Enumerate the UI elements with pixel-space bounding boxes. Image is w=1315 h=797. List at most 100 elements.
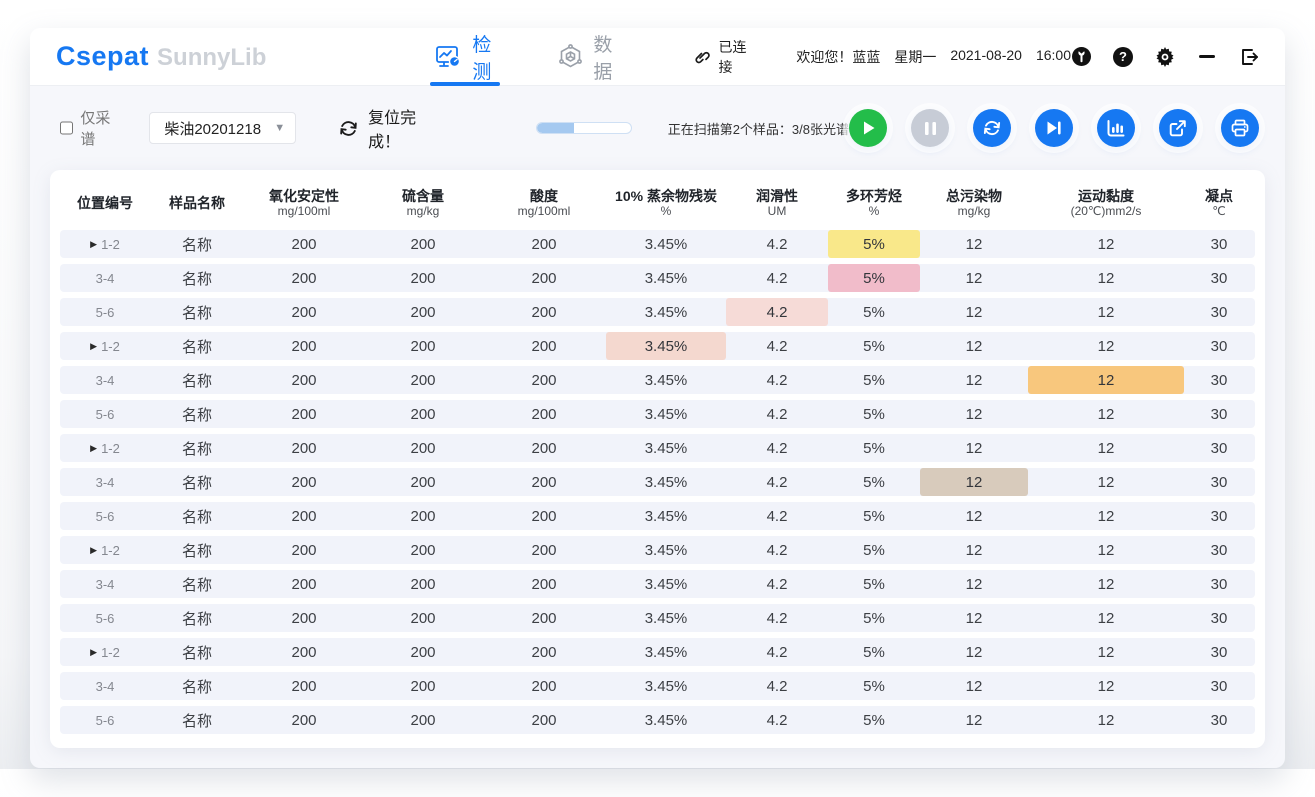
position-cell[interactable]: ▶1-2	[60, 332, 150, 360]
cell-col8: 12	[920, 434, 1028, 462]
cell-col8: 12	[920, 570, 1028, 598]
sample-select[interactable]: 柴油20201218 ▼	[149, 112, 296, 144]
cell-col3: 200	[364, 400, 482, 428]
cell-col6: 4.2	[726, 604, 828, 632]
cell-col10: 30	[1184, 536, 1254, 564]
cell-col7: 5%	[828, 230, 920, 258]
cell-col8: 12	[920, 468, 1028, 496]
cell-col7: 5%	[828, 468, 920, 496]
position-cell: 5-6	[60, 298, 150, 326]
cell-col10: 30	[1184, 230, 1254, 258]
column-header-10: 凝点℃	[1184, 188, 1254, 219]
cell-col10: 30	[1184, 502, 1254, 530]
cell-col10: 30	[1184, 366, 1254, 394]
column-header-6: 润滑性UM	[726, 188, 828, 219]
cell-col4: 200	[482, 366, 606, 394]
maintenance-wrench-icon[interactable]	[1071, 47, 1091, 67]
table-row-12[interactable]: ▶1-2名称2002002003.45%4.25%121230	[60, 638, 1255, 666]
spectra-only-checkbox-group[interactable]: 仅采谱	[60, 107, 123, 149]
cell-col1: 名称	[150, 298, 244, 326]
cell-col9: 12	[1028, 570, 1184, 598]
cell-col3: 200	[364, 264, 482, 292]
cell-col4: 200	[482, 298, 606, 326]
reset-status[interactable]: 复位完成！	[338, 104, 444, 152]
main-nav: 检测 数据	[436, 28, 615, 86]
print-button[interactable]	[1221, 109, 1259, 147]
cell-col2: 200	[244, 502, 364, 530]
cell-col5: 3.45%	[606, 536, 726, 564]
cell-col6: 4.2	[726, 298, 828, 326]
expand-arrow-icon[interactable]: ▶	[90, 647, 97, 658]
logout-icon[interactable]	[1239, 47, 1259, 67]
cell-col8: 12	[920, 332, 1028, 360]
cell-col8: 12	[920, 298, 1028, 326]
scan-progress-fill	[537, 123, 575, 133]
position-cell[interactable]: ▶1-2	[60, 434, 150, 462]
help-icon[interactable]: ?	[1113, 47, 1133, 67]
cell-col8: 12	[920, 706, 1028, 734]
cell-col3: 200	[364, 230, 482, 258]
column-header-5: 10% 蒸余物残炭%	[606, 188, 726, 219]
cell-col5: 3.45%	[606, 672, 726, 700]
table-row-4[interactable]: 3-4名称2002002003.45%4.25%121230	[60, 366, 1255, 394]
table-row-2[interactable]: 5-6名称2002002003.45%4.25%121230	[60, 298, 1255, 326]
cell-col1: 名称	[150, 230, 244, 258]
cell-col3: 200	[364, 672, 482, 700]
cell-col6: 4.2	[726, 672, 828, 700]
bar-chart-button[interactable]	[1097, 109, 1135, 147]
tab-data[interactable]: 数据	[558, 28, 615, 86]
tab-detection-label: 检测	[472, 30, 494, 84]
results-table-card: 位置编号样品名称氧化安定性mg/100ml硫含量mg/kg酸度mg/100ml1…	[50, 170, 1265, 748]
expand-arrow-icon[interactable]: ▶	[90, 239, 97, 250]
cell-col5: 3.45%	[606, 434, 726, 462]
position-cell[interactable]: ▶1-2	[60, 638, 150, 666]
expand-arrow-icon[interactable]: ▶	[90, 545, 97, 556]
table-row-11[interactable]: 5-6名称2002002003.45%4.25%121230	[60, 604, 1255, 632]
table-row-7[interactable]: 3-4名称2002002003.45%4.25%121230	[60, 468, 1255, 496]
cell-col6: 4.2	[726, 502, 828, 530]
column-header-8: 总污染物mg/kg	[920, 188, 1028, 219]
export-button[interactable]	[1159, 109, 1197, 147]
table-row-6[interactable]: ▶1-2名称2002002003.45%4.25%121230	[60, 434, 1255, 462]
cell-col9: 12	[1028, 400, 1184, 428]
cell-col1: 名称	[150, 366, 244, 394]
skip-next-button[interactable]	[1035, 109, 1073, 147]
cell-col8: 12	[920, 230, 1028, 258]
pause-button[interactable]	[911, 109, 949, 147]
weekday-text: 星期一	[894, 47, 936, 67]
time-text: 16:00	[1036, 47, 1071, 67]
refresh-button[interactable]	[973, 109, 1011, 147]
cell-col2: 200	[244, 638, 364, 666]
cell-col10: 30	[1184, 264, 1254, 292]
expand-arrow-icon[interactable]: ▶	[90, 443, 97, 454]
start-button[interactable]	[849, 109, 887, 147]
table-row-14[interactable]: 5-6名称2002002003.45%4.25%121230	[60, 706, 1255, 734]
table-row-0[interactable]: ▶1-2名称2002002003.45%4.25%121230	[60, 230, 1255, 258]
cell-col7: 5%	[828, 604, 920, 632]
settings-gear-icon[interactable]	[1155, 47, 1175, 67]
spectra-only-checkbox[interactable]	[60, 121, 73, 135]
tab-detection[interactable]: 检测	[436, 28, 494, 86]
expand-arrow-icon[interactable]: ▶	[90, 341, 97, 352]
cube-icon	[558, 44, 583, 69]
table-row-8[interactable]: 5-6名称2002002003.45%4.25%121230	[60, 502, 1255, 530]
position-cell[interactable]: ▶1-2	[60, 536, 150, 564]
cell-col3: 200	[364, 332, 482, 360]
table-row-13[interactable]: 3-4名称2002002003.45%4.25%121230	[60, 672, 1255, 700]
cell-col7: 5%	[828, 264, 920, 292]
position-cell[interactable]: ▶1-2	[60, 230, 150, 258]
cell-col10: 30	[1184, 706, 1254, 734]
table-row-1[interactable]: 3-4名称2002002003.45%4.25%121230	[60, 264, 1255, 292]
sample-select-value: 柴油20201218	[164, 118, 261, 139]
column-header-1: 样品名称	[150, 195, 244, 211]
cell-col7: 5%	[828, 366, 920, 394]
table-row-10[interactable]: 3-4名称2002002003.45%4.25%121230	[60, 570, 1255, 598]
cell-col2: 200	[244, 536, 364, 564]
table-row-9[interactable]: ▶1-2名称2002002003.45%4.25%121230	[60, 536, 1255, 564]
product-name: SunnyLib	[157, 44, 266, 72]
table-row-3[interactable]: ▶1-2名称2002002003.45%4.25%121230	[60, 332, 1255, 360]
minimize-icon[interactable]	[1197, 47, 1217, 67]
cell-col8: 12	[920, 400, 1028, 428]
cell-col1: 名称	[150, 570, 244, 598]
table-row-5[interactable]: 5-6名称2002002003.45%4.25%121230	[60, 400, 1255, 428]
